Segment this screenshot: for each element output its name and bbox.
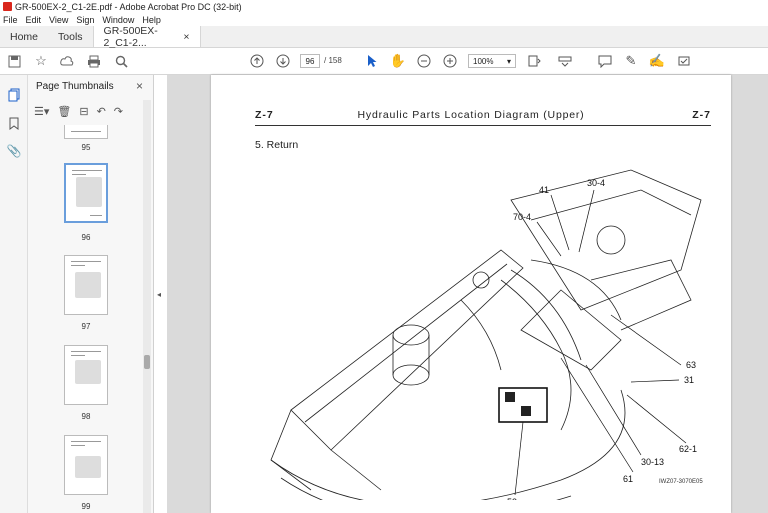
- thumbnail-tools: ☰▾ 🗑 ⊟ ↶ ↷: [34, 105, 123, 123]
- menu-file[interactable]: File: [3, 15, 18, 25]
- thumbnails-scrollbar[interactable]: [143, 100, 151, 513]
- figure-id: IWZ07-3070E05: [659, 479, 703, 485]
- machine-linework: [270, 169, 702, 500]
- tab-document-label: GR-500EX-2_C1-2...: [103, 24, 158, 49]
- thumbnail-label-98: 98: [81, 412, 91, 421]
- fit-page-icon[interactable]: [526, 53, 542, 69]
- thumbnail-label-96: 96: [81, 233, 91, 242]
- section-number-right: Z-7: [692, 109, 711, 121]
- chevron-down-icon: ▾: [506, 56, 511, 66]
- window-title: GR-500EX-2_C1-2E.pdf - Adobe Acrobat Pro…: [15, 1, 242, 12]
- rotate-ccw-icon[interactable]: ↶: [97, 105, 106, 123]
- thumbnail-page-99[interactable]: [64, 435, 108, 495]
- menu-view[interactable]: View: [49, 15, 68, 25]
- leader-lines: [514, 189, 687, 496]
- scroll-mode-icon[interactable]: [557, 53, 573, 69]
- page-up-icon[interactable]: [249, 53, 265, 69]
- collapse-panel-icon[interactable]: ◂: [157, 290, 161, 299]
- stamp-icon[interactable]: [676, 53, 692, 69]
- left-navigation-rail: 📎: [0, 75, 28, 513]
- save-icon[interactable]: [6, 53, 22, 69]
- callout-30-13: 30-13: [641, 457, 664, 467]
- attachment-paperclip-icon[interactable]: 📎: [6, 143, 22, 159]
- bookmark-star-icon[interactable]: ☆: [33, 53, 49, 69]
- menu-help[interactable]: Help: [142, 15, 161, 25]
- callout-62-1: 62-1: [679, 444, 697, 454]
- callout-30-4: 30-4: [587, 178, 605, 188]
- draw-sign-icon[interactable]: ✍: [649, 53, 665, 69]
- zoom-value: 100%: [473, 56, 494, 66]
- header-rule: [255, 125, 711, 126]
- thumbnails-panel-title: Page Thumbnails: [36, 81, 114, 92]
- bookmarks-icon[interactable]: [6, 115, 22, 131]
- rotate-cw-icon[interactable]: ↷: [114, 105, 123, 123]
- pdf-page: Z-7 Hydraulic Parts Location Diagram (Up…: [211, 75, 731, 513]
- tab-home[interactable]: Home: [0, 26, 48, 47]
- menu-sign[interactable]: Sign: [76, 15, 94, 25]
- callout-70-4: 70-4: [513, 212, 531, 222]
- thumbnail-label-99: 99: [81, 502, 91, 511]
- tab-document[interactable]: GR-500EX-2_C1-2... ×: [92, 24, 201, 49]
- tab-tools[interactable]: Tools: [48, 26, 93, 47]
- tab-close-icon[interactable]: ×: [183, 31, 189, 43]
- page-thumbnails-panel: Page Thumbnails × ☰▾ 🗑 ⊟ ↶ ↷ 95 96 97 98…: [28, 75, 154, 513]
- print-icon[interactable]: [86, 53, 102, 69]
- thumbnail-page-96[interactable]: [64, 163, 108, 223]
- acrobat-app-icon: [3, 2, 12, 11]
- thumbnail-options-icon[interactable]: ☰▾: [34, 105, 49, 123]
- comment-icon[interactable]: [597, 53, 613, 69]
- callout-53: 53: [507, 497, 517, 500]
- thumbnail-label-95: 95: [81, 143, 91, 152]
- menu-window[interactable]: Window: [102, 15, 134, 25]
- delete-page-icon[interactable]: 🗑: [57, 105, 71, 123]
- window-titlebar: GR-500EX-2_C1-2E.pdf - Adobe Acrobat Pro…: [0, 0, 768, 13]
- insert-page-icon[interactable]: ⊟: [79, 105, 88, 123]
- callout-41: 41: [539, 185, 549, 195]
- thumbnail-page-95[interactable]: [64, 125, 108, 139]
- menu-edit[interactable]: Edit: [26, 15, 42, 25]
- callout-31: 31: [684, 375, 694, 385]
- section-title: Hydraulic Parts Location Diagram (Upper): [357, 109, 585, 121]
- tab-bar: Home Tools GR-500EX-2_C1-2... ×: [0, 24, 768, 49]
- callout-63: 63: [686, 360, 696, 370]
- scrollbar-thumb[interactable]: [144, 355, 150, 369]
- zoom-select[interactable]: 100% ▾: [468, 54, 516, 68]
- hand-tool-icon[interactable]: ✋: [390, 53, 406, 69]
- page-total: / 158: [324, 56, 342, 65]
- zoom-in-icon[interactable]: [442, 53, 458, 69]
- hydraulic-parts-diagram: 41 30-4 70-4 63 31 62-1 30-13 61 53: [270, 169, 702, 500]
- page-number-input[interactable]: 96: [300, 54, 320, 68]
- zoom-out-icon[interactable]: [416, 53, 432, 69]
- valve-block: [498, 387, 548, 423]
- search-icon[interactable]: [113, 53, 129, 69]
- page-down-icon[interactable]: [275, 53, 291, 69]
- thumbnail-page-98[interactable]: [64, 345, 108, 405]
- close-panel-icon[interactable]: ×: [136, 79, 143, 93]
- thumbnail-label-97: 97: [81, 322, 91, 331]
- toolbar: ☆ 96 / 158 ✋ 100% ▾ ✎ ✍: [0, 48, 768, 75]
- cloud-upload-icon[interactable]: [59, 53, 75, 69]
- highlight-pen-icon[interactable]: ✎: [623, 53, 639, 69]
- subheading: 5. Return: [255, 139, 299, 151]
- select-cursor-icon[interactable]: [364, 53, 380, 69]
- thumbnail-page-97[interactable]: [64, 255, 108, 315]
- page-thumbnails-icon[interactable]: [6, 87, 22, 103]
- callout-61: 61: [623, 474, 633, 484]
